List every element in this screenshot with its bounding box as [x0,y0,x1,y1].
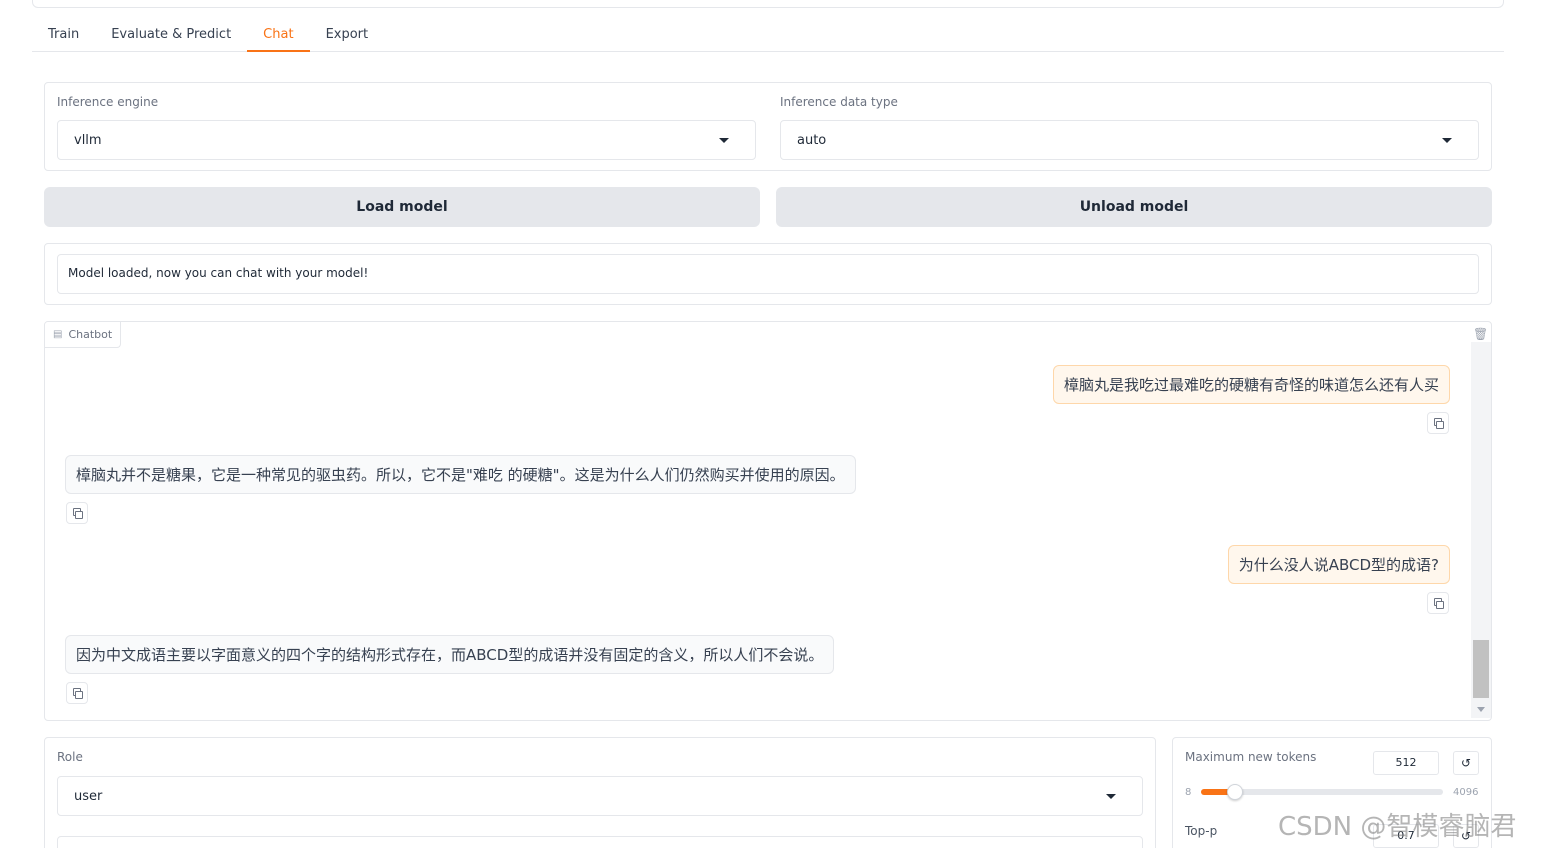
copy-icon[interactable] [66,682,88,704]
scroll-down-arrow-icon[interactable] [1477,707,1485,712]
load-model-button[interactable]: Load model [44,187,760,227]
page: Train Evaluate & Predict Chat Export Inf… [0,0,1541,848]
copy-icon[interactable] [1427,412,1449,434]
tab-evaluate-predict[interactable]: Evaluate & Predict [95,18,247,52]
inference-engine-label: Inference engine [57,95,159,109]
max-new-tokens-min: 8 [1185,787,1192,798]
role-value: user [74,789,103,804]
max-new-tokens-input[interactable]: 512 [1373,751,1439,775]
status-panel: Model loaded, now you can chat with your… [44,243,1492,305]
inference-settings-panel: Inference engine vllm Inference data typ… [44,82,1492,171]
tab-export[interactable]: Export [310,18,385,52]
trash-icon[interactable]: 🗑 [1473,326,1488,342]
chat-message-user: 樟脑丸是我吃过最难吃的硬糖有奇怪的味道怎么还有人买 [1052,365,1450,404]
scrollbar-thumb[interactable] [1473,640,1489,698]
reset-icon[interactable]: ↺ [1453,751,1479,775]
status-output: Model loaded, now you can chat with your… [57,254,1479,294]
max-new-tokens-max: 4096 [1453,787,1479,798]
system-prompt-field[interactable] [57,836,1143,848]
chevron-down-icon [1442,138,1452,143]
tab-chat[interactable]: Chat [247,18,310,52]
chat-message-assistant: 因为中文成语主要以字面意义的四个字的结构形式存在，而ABCD型的成语并没有固定的… [65,635,835,674]
inference-engine-value: vllm [74,133,102,148]
chat-message-user: 为什么没人说ABCD型的成语? [1227,545,1450,584]
chat-scrollbar[interactable] [1471,342,1491,718]
chatbot-label-text: Chatbot [68,328,113,341]
top-panel-edge [32,0,1504,8]
chevron-down-icon [719,138,729,143]
role-label: Role [57,750,83,764]
tab-bar: Train Evaluate & Predict Chat Export [32,18,1504,52]
copy-icon[interactable] [66,502,88,524]
unload-model-button[interactable]: Unload model [776,187,1492,227]
chatbot-panel: ▤ Chatbot 🗑 樟脑丸是我吃过最难吃的硬糖有奇怪的味道怎么还有人买 樟脑… [44,321,1492,721]
chat-message-assistant: 樟脑丸并不是糖果，它是一种常见的驱虫药。所以，它不是"难吃 的硬糖"。这是为什么… [65,455,856,494]
inference-engine-select[interactable]: vllm [57,120,756,160]
max-new-tokens-label: Maximum new tokens [1185,750,1317,764]
slider-thumb[interactable] [1227,784,1243,800]
inference-dtype-value: auto [797,133,827,148]
chat-bubble-icon: ▤ [53,329,63,340]
watermark: CSDN @智模睿脑君 [1278,812,1517,842]
top-p-label: Top-p [1185,824,1218,838]
inference-dtype-label: Inference data type [780,95,898,109]
chatbot-label: ▤ Chatbot [45,322,122,348]
max-new-tokens-slider[interactable] [1201,784,1443,800]
inference-dtype-select[interactable]: auto [780,120,1479,160]
tab-train[interactable]: Train [32,18,95,52]
role-select[interactable]: user [57,776,1143,816]
role-panel: Role user [44,737,1156,848]
chevron-down-icon [1106,794,1116,799]
copy-icon[interactable] [1427,592,1449,614]
